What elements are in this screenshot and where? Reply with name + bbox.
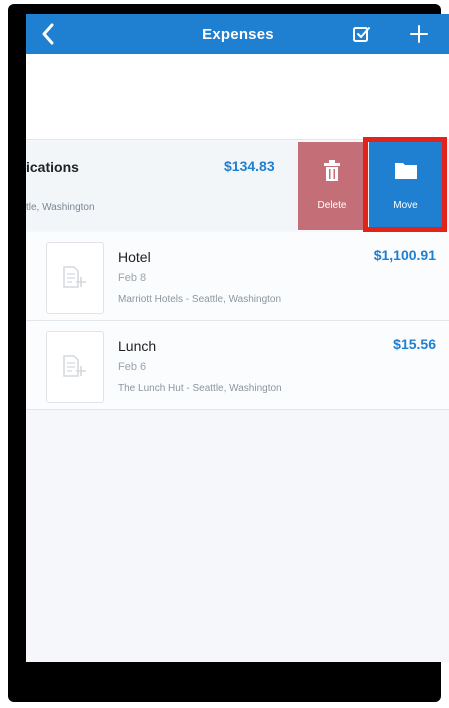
folder-icon [394, 163, 417, 179]
expense-date: Feb 6 [118, 361, 147, 373]
expense-title: Hotel [118, 249, 151, 265]
nav-header: Expenses [26, 14, 449, 54]
add-receipt-icon [63, 355, 86, 377]
delete-button[interactable]: Delete [298, 142, 366, 230]
expense-amount: $15.56 [393, 336, 436, 352]
move-label: Move [393, 200, 418, 211]
trash-icon [324, 160, 340, 181]
summary-panel [26, 54, 449, 140]
report-location: tle, Washington [26, 202, 95, 213]
app-screen: Expenses ications tle, Washington $134.8… [26, 14, 449, 662]
report-content[interactable]: ications tle, Washington $134.83 [26, 142, 298, 230]
report-amount: $134.83 [224, 158, 275, 174]
page-title: Expenses [202, 25, 274, 43]
expense-merchant: Marriott Hotels - Seattle, Washington [118, 294, 282, 305]
expense-row-lunch[interactable]: Lunch Feb 6 The Lunch Hut - Seattle, Was… [26, 321, 449, 410]
expense-merchant: The Lunch Hut - Seattle, Washington [118, 383, 282, 394]
expense-row-hotel[interactable]: Hotel Feb 8 Marriott Hotels - Seattle, W… [26, 232, 449, 321]
report-row[interactable]: ications tle, Washington $134.83 Delete [26, 142, 449, 230]
expense-date: Feb 8 [118, 272, 147, 284]
receipt-thumbnail[interactable] [46, 331, 104, 403]
add-receipt-icon [63, 266, 86, 288]
report-title: ications [26, 159, 79, 175]
checkbox-icon [353, 27, 370, 42]
select-button[interactable] [348, 20, 376, 48]
add-expense-button[interactable] [404, 20, 434, 48]
plus-icon [410, 25, 428, 43]
receipt-thumbnail[interactable] [46, 242, 104, 314]
delete-label: Delete [317, 200, 347, 211]
expense-amount: $1,100.91 [373, 247, 436, 263]
move-button[interactable]: Move [369, 142, 442, 230]
phone-frame: Expenses ications tle, Washington $134.8… [8, 4, 449, 702]
expense-title: Lunch [118, 338, 157, 354]
